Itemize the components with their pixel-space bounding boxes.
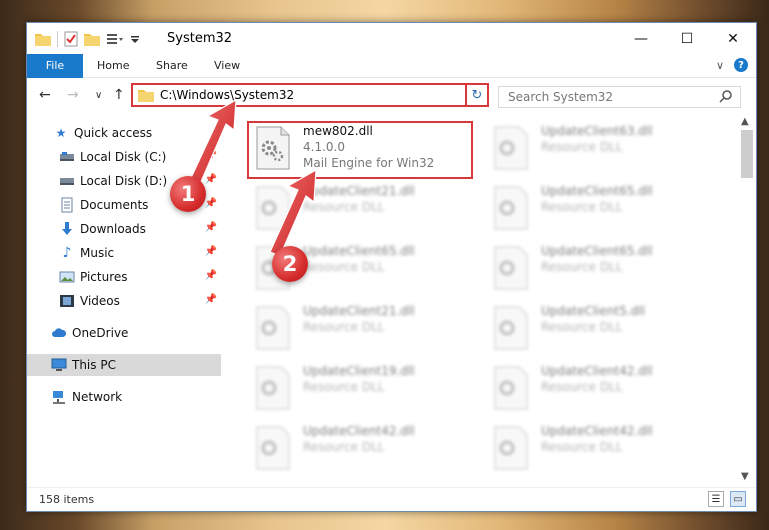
- step-badge-2: 2: [272, 246, 308, 282]
- arrow-1-icon: [189, 98, 317, 257]
- step-badge-1: 1: [170, 176, 206, 212]
